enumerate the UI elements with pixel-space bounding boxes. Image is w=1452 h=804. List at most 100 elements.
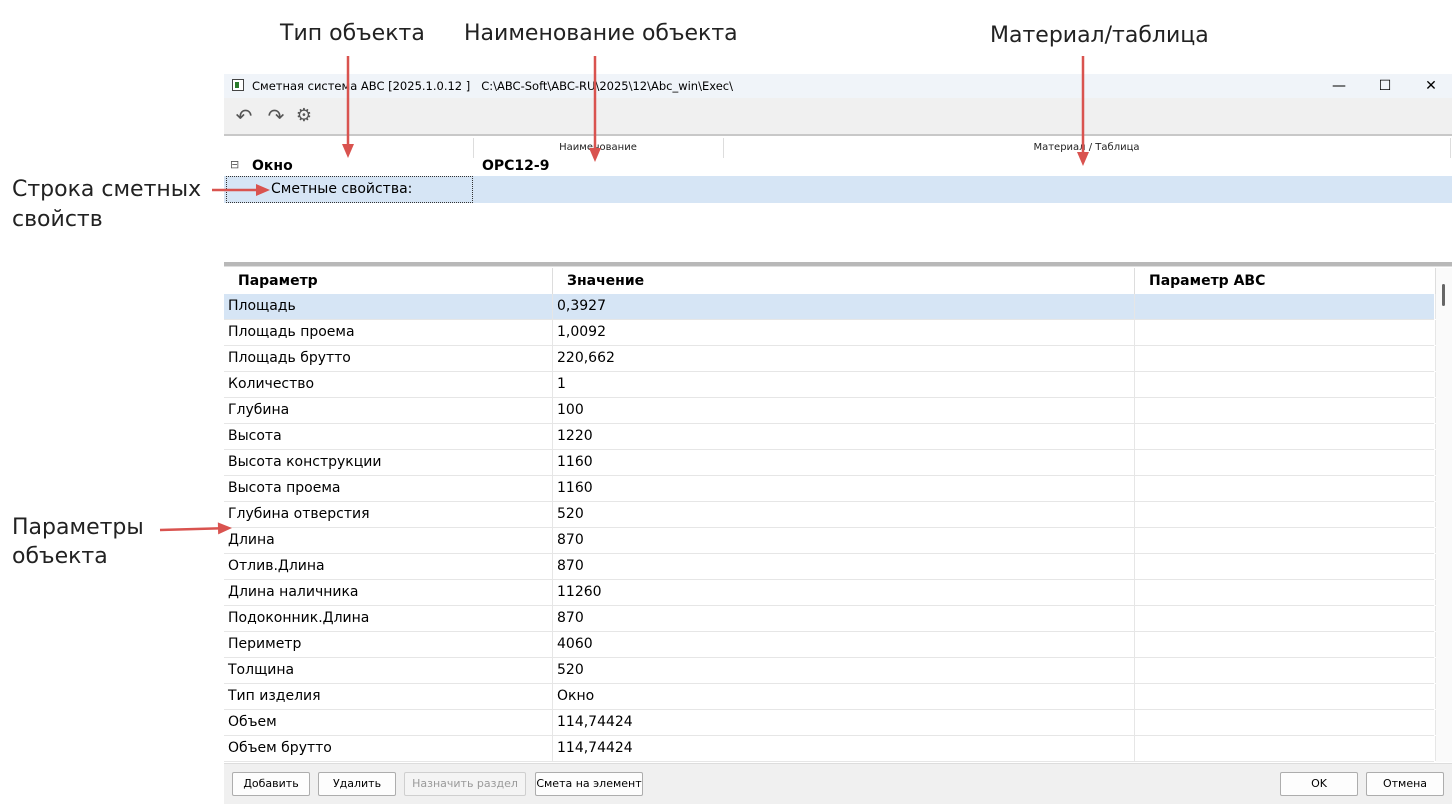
value-cell[interactable]: 4060 xyxy=(553,632,1135,657)
table-row[interactable]: Толщина 520 xyxy=(224,658,1436,684)
table-row[interactable]: Объем 114,74424 xyxy=(224,710,1436,736)
table-row[interactable]: Глубина 100 xyxy=(224,398,1436,424)
table-row[interactable]: Количество 1 xyxy=(224,372,1436,398)
param-cell[interactable]: Толщина xyxy=(224,658,553,683)
abc-param-cell[interactable] xyxy=(1135,580,1436,605)
value-cell[interactable]: 100 xyxy=(553,398,1135,423)
param-cell[interactable]: Подоконник.Длина xyxy=(224,606,553,631)
abc-param-cell[interactable] xyxy=(1135,450,1436,475)
param-cell[interactable]: Количество xyxy=(224,372,553,397)
close-button[interactable]: ✕ xyxy=(1408,74,1452,98)
param-cell[interactable]: Высота xyxy=(224,424,553,449)
param-cell[interactable]: Высота конструкции xyxy=(224,450,553,475)
table-row[interactable]: Длина наличника 11260 xyxy=(224,580,1436,606)
app-icon xyxy=(232,79,244,91)
abc-param-cell[interactable] xyxy=(1135,476,1436,501)
add-button[interactable]: Добавить xyxy=(232,772,310,796)
value-cell[interactable]: 870 xyxy=(553,554,1135,579)
abc-param-cell[interactable] xyxy=(1135,554,1436,579)
value-cell[interactable]: 1 xyxy=(553,372,1135,397)
tree-header-type[interactable] xyxy=(224,138,474,158)
scrollbar-thumb[interactable] xyxy=(1442,284,1445,306)
param-cell[interactable]: Площадь xyxy=(224,294,553,319)
table-row[interactable]: Площадь 0,3927 xyxy=(224,294,1436,320)
abc-param-cell[interactable] xyxy=(1135,398,1436,423)
table-row[interactable]: Отлив.Длина 870 xyxy=(224,554,1436,580)
param-cell[interactable]: Объем xyxy=(224,710,553,735)
tree-object-row[interactable]: ⊟ Окно ОРС12-9 xyxy=(224,158,1452,176)
value-cell[interactable]: 0,3927 xyxy=(553,294,1135,319)
abc-param-cell[interactable] xyxy=(1135,606,1436,631)
param-cell[interactable]: Отлив.Длина xyxy=(224,554,553,579)
param-cell[interactable]: Глубина xyxy=(224,398,553,423)
value-cell[interactable]: 114,74424 xyxy=(553,710,1135,735)
value-cell[interactable]: 1160 xyxy=(553,450,1135,475)
table-row[interactable]: Подоконник.Длина 870 xyxy=(224,606,1436,632)
value-cell[interactable]: Окно xyxy=(553,684,1135,709)
param-cell[interactable]: Площадь брутто xyxy=(224,346,553,371)
undo-icon[interactable]: ↶ xyxy=(232,104,256,128)
table-row[interactable]: Высота конструкции 1160 xyxy=(224,450,1436,476)
abc-param-cell[interactable] xyxy=(1135,502,1436,527)
value-cell[interactable]: 870 xyxy=(553,528,1135,553)
abc-param-cell[interactable] xyxy=(1135,528,1436,553)
table-row[interactable]: Площадь брутто 220,662 xyxy=(224,346,1436,372)
estimate-for-element-button[interactable]: Смета на элемент xyxy=(535,772,643,796)
param-cell[interactable]: Глубина отверстия xyxy=(224,502,553,527)
value-cell[interactable]: 1220 xyxy=(553,424,1135,449)
tree-header-material[interactable]: Материал / Таблица xyxy=(723,138,1451,158)
abc-param-cell[interactable] xyxy=(1135,684,1436,709)
maximize-button[interactable]: ☐ xyxy=(1362,74,1408,98)
estimate-props-cell[interactable]: Сметные свойства: xyxy=(226,176,473,203)
abc-param-cell[interactable] xyxy=(1135,320,1436,345)
param-cell[interactable]: Объем брутто xyxy=(224,736,553,761)
abc-param-cell[interactable] xyxy=(1135,424,1436,449)
title-bar[interactable]: Сметная система ABC [2025.1.0.12 ] C:\AB… xyxy=(224,74,1452,98)
abc-param-cell[interactable] xyxy=(1135,346,1436,371)
col-header-param[interactable]: Параметр xyxy=(224,268,553,294)
table-row[interactable]: Длина 870 xyxy=(224,528,1436,554)
ok-button[interactable]: OK xyxy=(1280,772,1358,796)
table-row[interactable]: Высота проема 1160 xyxy=(224,476,1436,502)
tree-header-name[interactable]: Наименование xyxy=(473,138,724,158)
col-header-value[interactable]: Значение xyxy=(553,268,1135,294)
gears-icon[interactable]: ⚙ xyxy=(292,104,316,128)
redo-icon[interactable]: ↷ xyxy=(264,104,288,128)
value-cell[interactable]: 114,74424 xyxy=(553,736,1135,761)
abc-param-cell[interactable] xyxy=(1135,294,1436,319)
table-row[interactable]: Объем брутто 114,74424 xyxy=(224,736,1436,762)
collapse-icon[interactable]: ⊟ xyxy=(230,158,239,171)
param-cell[interactable]: Длина xyxy=(224,528,553,553)
value-cell[interactable]: 520 xyxy=(553,658,1135,683)
col-header-abc[interactable]: Параметр ABC xyxy=(1135,268,1436,294)
param-cell[interactable]: Длина наличника xyxy=(224,580,553,605)
param-cell[interactable]: Периметр xyxy=(224,632,553,657)
assign-section-button[interactable]: Назначить раздел xyxy=(404,772,526,796)
abc-param-cell[interactable] xyxy=(1135,736,1436,761)
vertical-scrollbar[interactable] xyxy=(1436,268,1452,762)
splitter[interactable] xyxy=(224,262,1452,267)
dialog-footer: Добавить Удалить Назначить раздел Смета … xyxy=(224,763,1452,804)
delete-button[interactable]: Удалить xyxy=(318,772,396,796)
value-cell[interactable]: 11260 xyxy=(553,580,1135,605)
cancel-button[interactable]: Отмена xyxy=(1366,772,1444,796)
abc-param-cell[interactable] xyxy=(1135,710,1436,735)
value-cell[interactable]: 1160 xyxy=(553,476,1135,501)
value-cell[interactable]: 520 xyxy=(553,502,1135,527)
param-cell[interactable]: Площадь проема xyxy=(224,320,553,345)
value-cell[interactable]: 870 xyxy=(553,606,1135,631)
value-cell[interactable]: 220,662 xyxy=(553,346,1135,371)
param-cell[interactable]: Высота проема xyxy=(224,476,553,501)
abc-param-cell[interactable] xyxy=(1135,372,1436,397)
abc-param-cell[interactable] xyxy=(1135,658,1436,683)
param-cell[interactable]: Тип изделия xyxy=(224,684,553,709)
table-row[interactable]: Высота 1220 xyxy=(224,424,1436,450)
table-row[interactable]: Тип изделия Окно xyxy=(224,684,1436,710)
minimize-button[interactable]: — xyxy=(1316,74,1362,98)
table-row[interactable]: Глубина отверстия 520 xyxy=(224,502,1436,528)
arrow-to-params xyxy=(159,522,232,535)
table-row[interactable]: Площадь проема 1,0092 xyxy=(224,320,1436,346)
table-row[interactable]: Периметр 4060 xyxy=(224,632,1436,658)
abc-param-cell[interactable] xyxy=(1135,632,1436,657)
value-cell[interactable]: 1,0092 xyxy=(553,320,1135,345)
